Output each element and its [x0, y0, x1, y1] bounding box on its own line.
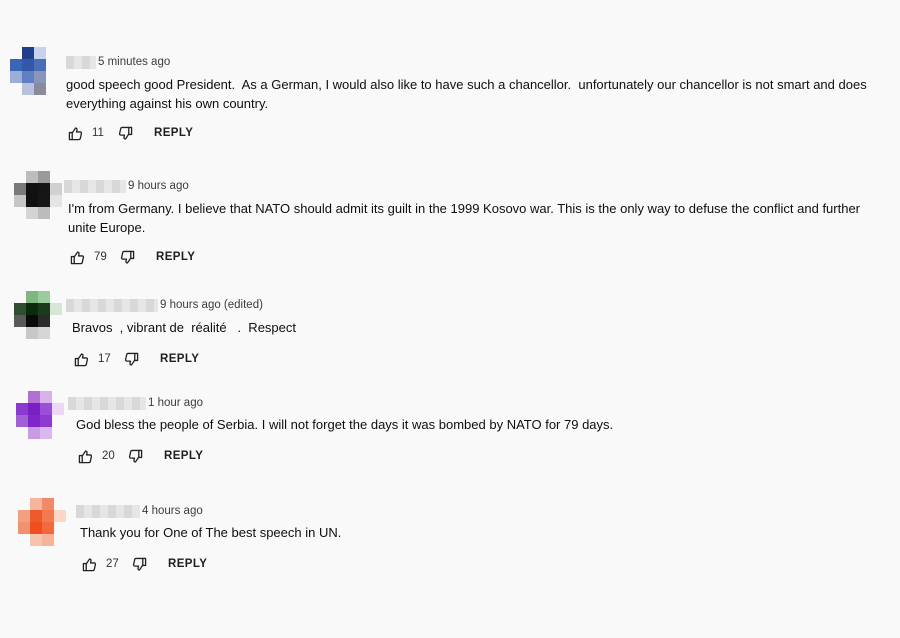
thumbs-up-icon[interactable] [80, 555, 98, 573]
like-count: 11 [92, 127, 104, 139]
comment-list: 5 minutes ago good speech good President.… [0, 0, 900, 638]
comment-timestamp[interactable]: 9 hours ago [128, 180, 189, 192]
thumbs-down-icon[interactable] [122, 350, 140, 368]
comment-text: Bravos , vibrant de réalité . Respect [72, 320, 296, 335]
comment-header: 1 hour ago [68, 395, 203, 411]
avatar[interactable] [14, 291, 62, 339]
comment-text: Thank you for One of The best speech in … [80, 525, 342, 540]
avatar[interactable] [10, 47, 58, 95]
comment-actions: 20 REPLY [76, 447, 203, 465]
comment-header: 5 minutes ago [66, 54, 170, 70]
comment-text: good speech good President. As a German,… [66, 77, 871, 111]
thumbs-up-icon[interactable] [66, 124, 84, 142]
reply-button[interactable]: REPLY [164, 450, 203, 462]
reply-button[interactable]: REPLY [156, 251, 195, 263]
thumbs-up-icon[interactable] [72, 350, 90, 368]
reply-button[interactable]: REPLY [154, 127, 193, 139]
comment-actions: 11 REPLY [66, 124, 193, 142]
comment-timestamp[interactable]: 5 minutes ago [98, 56, 170, 68]
like-count: 79 [94, 251, 107, 263]
thumbs-down-icon[interactable] [130, 555, 148, 573]
thumbs-up-icon[interactable] [76, 447, 94, 465]
reply-button[interactable]: REPLY [168, 558, 207, 570]
thumbs-up-icon[interactable] [68, 248, 86, 266]
comment-header: 9 hours ago [64, 178, 189, 194]
comment-text: God bless the people of Serbia. I will n… [76, 417, 614, 432]
comment-timestamp[interactable]: 9 hours ago (edited) [160, 299, 263, 311]
thumbs-down-icon[interactable] [118, 248, 136, 266]
comment-actions: 79 REPLY [68, 248, 195, 266]
thumbs-down-icon[interactable] [116, 124, 134, 142]
author-name-redacted[interactable] [66, 298, 158, 312]
comment-timestamp[interactable]: 4 hours ago [142, 505, 203, 517]
like-count: 20 [102, 450, 115, 462]
comment-timestamp[interactable]: 1 hour ago [148, 397, 203, 409]
author-name-redacted[interactable] [76, 504, 140, 518]
author-name-redacted[interactable] [68, 396, 146, 410]
comment-header: 4 hours ago [76, 503, 203, 519]
comment-header: 9 hours ago (edited) [66, 297, 263, 313]
reply-button[interactable]: REPLY [160, 353, 199, 365]
author-name-redacted[interactable] [66, 55, 96, 69]
avatar[interactable] [14, 171, 62, 219]
avatar[interactable] [18, 498, 66, 546]
comment-actions: 17 REPLY [72, 350, 199, 368]
comment-text: I'm from Germany. I believe that NATO sh… [68, 201, 864, 235]
avatar[interactable] [16, 391, 64, 439]
like-count: 17 [98, 353, 111, 365]
comment-actions: 27 REPLY [80, 555, 207, 573]
like-count: 27 [106, 558, 119, 570]
thumbs-down-icon[interactable] [126, 447, 144, 465]
author-name-redacted[interactable] [64, 179, 126, 193]
